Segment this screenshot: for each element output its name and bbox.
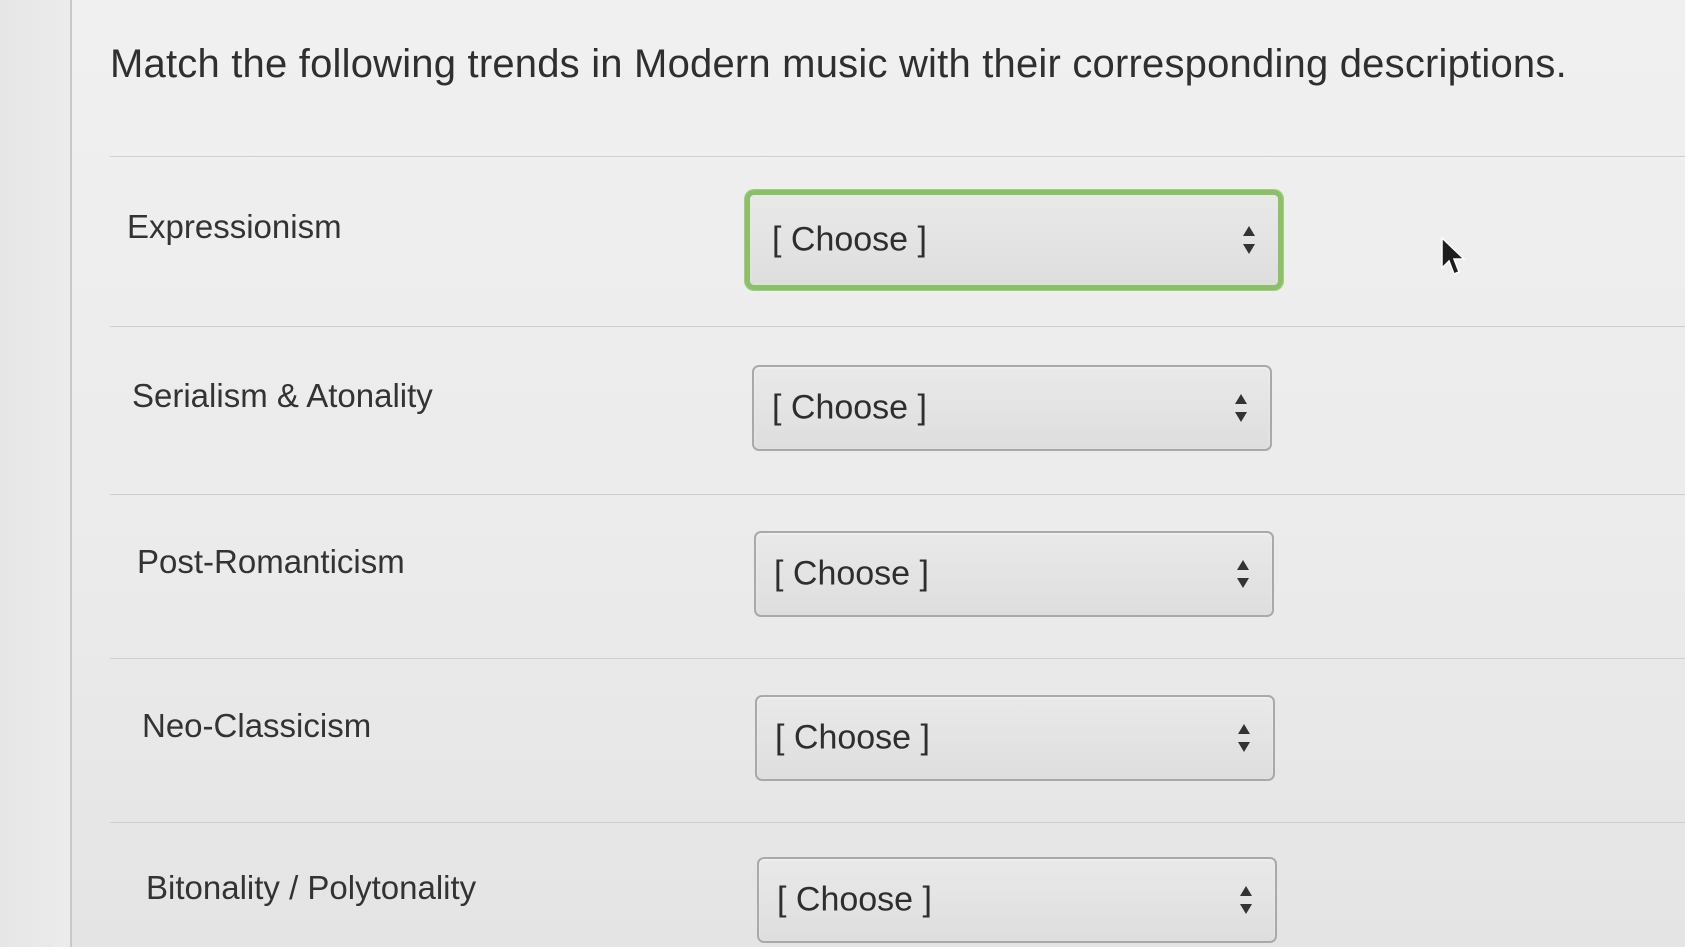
up-down-arrows-icon — [1238, 724, 1250, 752]
select-value: [ Choose ] — [772, 388, 927, 427]
mouse-pointer-icon — [1441, 236, 1466, 275]
question-content: Match the following trends in Modern mus… — [110, 0, 1685, 947]
up-down-arrows-icon — [1240, 886, 1252, 914]
match-label-serialism-atonality: Serialism & Atonality — [132, 377, 433, 414]
match-select-bitonality-polytonality[interactable]: [ Choose ] — [757, 857, 1277, 943]
up-down-arrows-icon — [1235, 394, 1247, 422]
match-select-expressionism[interactable]: [ Choose ] — [745, 190, 1283, 290]
up-down-arrows-icon — [1243, 226, 1255, 254]
up-down-arrows-icon — [1237, 560, 1249, 588]
match-label-expressionism: Expressionism — [127, 208, 342, 245]
divider — [110, 156, 1685, 157]
divider — [110, 822, 1685, 823]
match-select-neo-classicism[interactable]: [ Choose ] — [755, 695, 1275, 781]
select-value: [ Choose ] — [777, 880, 932, 919]
select-value: [ Choose ] — [774, 554, 929, 593]
quiz-page: Match the following trends in Modern mus… — [0, 0, 1685, 947]
select-value: [ Choose ] — [775, 718, 930, 757]
select-value: [ Choose ] — [772, 220, 927, 259]
match-select-serialism-atonality[interactable]: [ Choose ] — [752, 365, 1272, 451]
question-prompt: Match the following trends in Modern mus… — [110, 42, 1567, 86]
divider — [110, 658, 1685, 659]
match-label-post-romanticism: Post-Romanticism — [137, 543, 405, 580]
divider — [110, 326, 1685, 327]
match-label-neo-classicism: Neo-Classicism — [142, 707, 372, 744]
divider — [110, 494, 1685, 495]
match-label-bitonality-polytonality: Bitonality / Polytonality — [146, 869, 477, 906]
match-select-post-romanticism[interactable]: [ Choose ] — [754, 531, 1274, 617]
left-margin — [0, 0, 72, 947]
